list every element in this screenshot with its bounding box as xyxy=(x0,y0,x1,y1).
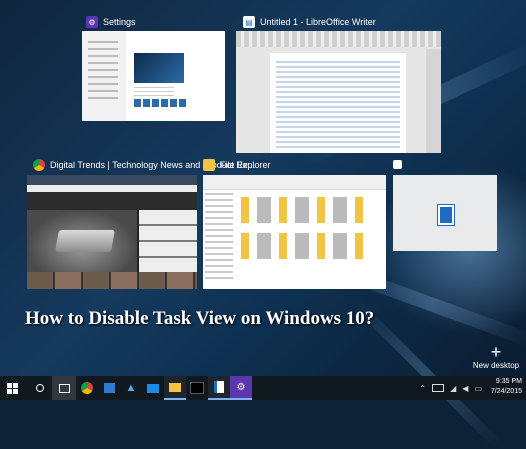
window-icon xyxy=(393,160,402,169)
terminal-icon xyxy=(190,382,204,394)
article-sidebar xyxy=(139,210,197,272)
store-icon xyxy=(103,383,115,393)
settings-icon: ⚙ xyxy=(236,381,246,393)
writer-toolbar xyxy=(236,31,441,47)
taskbar-store[interactable] xyxy=(98,376,120,400)
taskbar-photos[interactable] xyxy=(142,376,164,400)
explorer-folders xyxy=(241,197,371,223)
chevron-up-icon[interactable]: ⌃ xyxy=(419,384,426,393)
system-tray: ⌃ ◢ ◀ ▭ xyxy=(419,376,482,400)
chrome-icon xyxy=(33,159,45,171)
window-title: Untitled 1 - LibreOffice Writer xyxy=(260,17,376,27)
window-glyph xyxy=(438,205,454,225)
battery-icon[interactable] xyxy=(432,384,445,392)
search-icon xyxy=(36,384,44,392)
article-thumbnails xyxy=(27,272,197,289)
taskbar-terminal[interactable] xyxy=(186,376,208,400)
windows-logo-icon xyxy=(6,382,18,394)
explorer-nav-pane xyxy=(205,193,233,283)
photos-icon xyxy=(147,383,159,393)
taskbar-file-explorer[interactable] xyxy=(164,376,186,400)
explorer-ribbon xyxy=(203,175,386,190)
browser-thumbnail[interactable] xyxy=(27,175,197,289)
chrome-icon xyxy=(81,382,93,394)
writer-page xyxy=(270,53,406,153)
window-title: Settings xyxy=(103,17,136,27)
new-desktop-button[interactable]: + New desktop xyxy=(471,343,521,370)
task-view-icon xyxy=(58,383,70,393)
writer-icon xyxy=(214,381,224,393)
taskbar-writer[interactable] xyxy=(208,376,230,400)
folder-icon xyxy=(203,159,215,171)
gear-icon: ⚙ xyxy=(86,16,98,28)
file-explorer-icon xyxy=(169,382,181,392)
browser-addressbar xyxy=(27,185,197,192)
taskbar-chrome[interactable] xyxy=(76,376,98,400)
clock-time: 9:35 PM xyxy=(495,378,522,385)
taskbar-settings[interactable]: ⚙ xyxy=(230,376,252,400)
extra-thumbnail[interactable] xyxy=(393,175,497,251)
start-button[interactable] xyxy=(0,376,24,400)
mini-pc-shape xyxy=(55,230,115,252)
plus-icon: + xyxy=(490,342,502,362)
browser-tabstrip xyxy=(27,175,197,185)
network-icon[interactable]: ◢ xyxy=(450,384,456,393)
headline: How to Disable Task View on Windows 10? xyxy=(25,308,375,329)
new-desktop-label: New desktop xyxy=(472,361,520,370)
writer-icon: ▤ xyxy=(243,16,255,28)
writer-side-panel xyxy=(426,49,441,153)
notification-icon[interactable]: ▭ xyxy=(474,384,482,393)
writer-thumbnail[interactable] xyxy=(236,31,441,153)
task-view-button[interactable] xyxy=(52,376,76,400)
window-title: File Explorer xyxy=(220,160,271,170)
browser-site-header xyxy=(27,192,197,210)
settings-sidebar-lines xyxy=(88,41,118,101)
settings-preview-image xyxy=(134,53,184,83)
twitter-icon: ▲ xyxy=(125,382,137,394)
search-button[interactable] xyxy=(28,376,52,400)
volume-icon[interactable]: ◀ xyxy=(462,384,468,393)
taskbar-twitter[interactable]: ▲ xyxy=(120,376,142,400)
taskbar-clock[interactable]: 9:35 PM 7/24/2015 xyxy=(491,377,522,397)
explorer-files xyxy=(241,233,371,259)
settings-text-lines xyxy=(134,87,174,97)
clock-date: 7/24/2015 xyxy=(490,388,522,395)
settings-thumbnail[interactable] xyxy=(82,31,225,121)
explorer-thumbnail[interactable] xyxy=(203,175,386,289)
writer-text-selection xyxy=(276,61,400,151)
settings-thumbs xyxy=(134,99,186,107)
